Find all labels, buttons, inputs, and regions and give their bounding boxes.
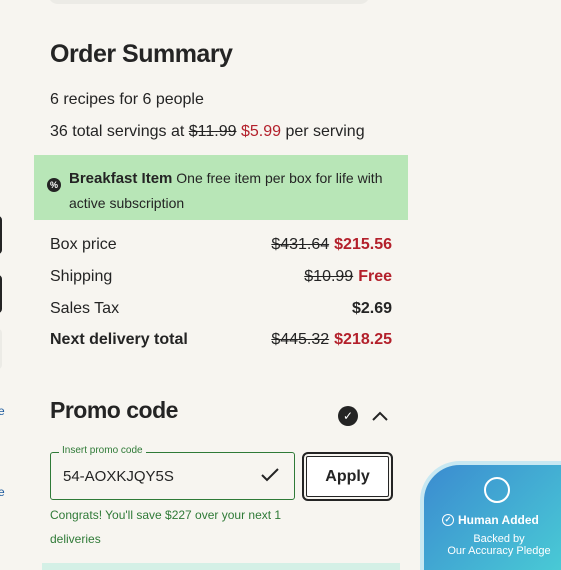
offscreen-link[interactable]: e — [0, 404, 5, 418]
next-delivery-new: $218.25 — [334, 331, 392, 348]
recipes-count: 6 recipes for 6 people — [50, 91, 204, 108]
shipping-old: $10.99 — [304, 268, 354, 285]
pledge-line1: Backed by — [473, 533, 525, 545]
servings-line: 36 total servings at $11.99 $5.99 per se… — [50, 123, 365, 141]
percent-icon: % — [47, 178, 61, 192]
home-shield-icon — [484, 477, 510, 503]
next-section-edge — [42, 563, 400, 570]
promo-code-label: Insert promo code — [59, 445, 146, 456]
banner-title: Breakfast Item — [69, 170, 173, 187]
promo-code-value[interactable]: 54-AOXKJQY5S — [63, 468, 174, 485]
promo-code-field[interactable]: Insert promo code 54-AOXKJQY5S — [50, 445, 295, 500]
next-delivery-old: $445.32 — [271, 331, 330, 348]
shipping-new: Free — [358, 268, 392, 285]
check-circle-icon: ✓ — [338, 406, 358, 426]
promo-code-title: Promo code — [50, 397, 178, 423]
offscreen-control[interactable] — [0, 275, 2, 313]
servings-suffix: per serving — [285, 123, 365, 140]
order-summary-title: Order Summary — [50, 40, 233, 68]
human-added-text: Human Added — [458, 513, 539, 527]
offscreen-control[interactable] — [0, 216, 2, 254]
sales-tax-label: Sales Tax — [50, 300, 120, 317]
promo-success-message: Congrats! You'll save $227 over your nex… — [50, 508, 282, 546]
next-delivery-label: Next delivery total — [50, 331, 188, 348]
offscreen-link[interactable]: e — [0, 485, 5, 499]
breakfast-promo-banner: % Breakfast Item One free item per box f… — [34, 155, 408, 220]
check-icon — [261, 468, 279, 482]
apply-button[interactable]: Apply — [302, 452, 393, 501]
servings-prefix: 36 total servings at — [50, 123, 185, 140]
sales-tax-row: Sales Tax $2.69 — [50, 300, 392, 318]
shipping-label: Shipping — [50, 268, 113, 285]
sales-tax-value: $2.69 — [351, 300, 392, 317]
chevron-up-icon[interactable] — [370, 406, 390, 426]
pledge-line2: Our Accuracy Pledge — [447, 545, 551, 557]
shipping-row: Shipping $10.99 Free — [50, 268, 392, 286]
previous-card-edge — [48, 0, 370, 4]
box-price-new: $215.56 — [334, 236, 392, 253]
human-added-label: ✓ Human Added — [442, 513, 539, 527]
pledge-text: Backed by Our Accuracy Pledge — [434, 533, 561, 557]
offscreen-panel — [0, 329, 2, 369]
accuracy-pledge-badge[interactable]: ✓ Human Added Backed by Our Accuracy Ple… — [420, 461, 561, 570]
box-price-label: Box price — [50, 236, 117, 253]
servings-old-price: $11.99 — [188, 123, 237, 140]
servings-new-price: $5.99 — [240, 123, 281, 140]
box-price-old: $431.64 — [271, 236, 330, 253]
check-circle-icon: ✓ — [442, 514, 454, 526]
box-price-row: Box price $431.64 $215.56 — [50, 236, 392, 254]
next-delivery-row: Next delivery total $445.32 $218.25 — [50, 331, 392, 349]
